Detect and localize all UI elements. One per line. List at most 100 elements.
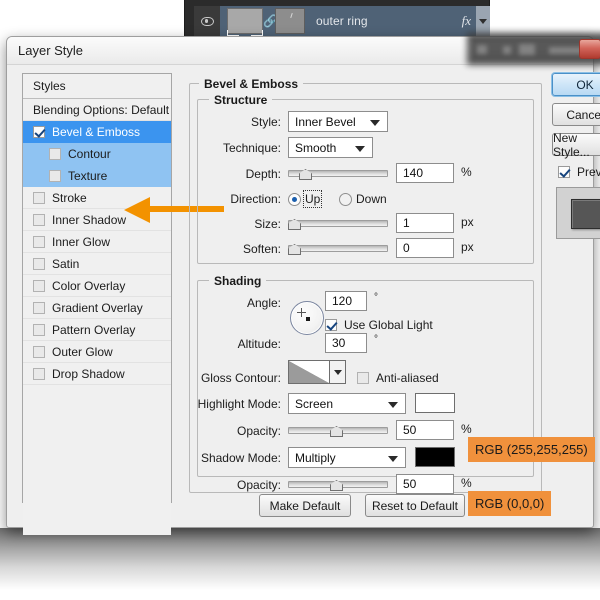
soften-slider-track <box>288 245 388 252</box>
technique-dropdown[interactable]: Smooth <box>288 137 373 158</box>
size-input[interactable]: 1 <box>396 213 454 233</box>
checkbox-anti-aliased[interactable] <box>357 372 369 384</box>
sidebar-item-color-overlay[interactable]: Color Overlay <box>23 275 171 297</box>
ok-button[interactable]: OK <box>552 73 600 96</box>
styles-list-header[interactable]: Styles <box>23 74 171 99</box>
radio-down-icon[interactable] <box>339 193 352 206</box>
sidebar-item-drop-shadow[interactable]: Drop Shadow <box>23 363 171 385</box>
shadow-mode-dropdown[interactable]: Multiply <box>288 447 406 468</box>
technique-label: Technique: <box>223 141 281 155</box>
highlight-rgb-text: RGB (255,255,255) <box>475 442 588 457</box>
sidebar-item-label: Bevel & Emboss <box>52 125 140 139</box>
style-dropdown[interactable]: Inner Bevel <box>288 111 388 132</box>
angle-dial[interactable] <box>290 301 324 335</box>
checkbox-outer-glow[interactable] <box>33 346 45 358</box>
layer-mask-thumbnail[interactable] <box>275 8 305 34</box>
checkbox-contour[interactable] <box>49 148 61 160</box>
layer-visibility-toggle[interactable] <box>194 6 220 36</box>
size-slider[interactable] <box>288 216 388 230</box>
new-style-button[interactable]: New Style... <box>552 133 600 156</box>
chevron-down-icon <box>388 402 398 408</box>
radio-up-icon[interactable] <box>288 193 301 206</box>
style-preview-thumbnail <box>556 187 600 239</box>
sidebar-item-label: Contour <box>68 147 111 161</box>
dialog-titlebar[interactable]: Layer Style <box>7 37 593 65</box>
direction-down-label: Down <box>356 192 387 206</box>
bevel-emboss-group-title: Bevel & Emboss <box>199 77 303 91</box>
sidebar-item-satin[interactable]: Satin <box>23 253 171 275</box>
make-default-button[interactable]: Make Default <box>259 494 351 517</box>
canvas-shadow-gradient <box>0 528 600 590</box>
layer-fx-icon[interactable]: fx <box>462 13 476 29</box>
gloss-contour-swatch[interactable] <box>288 360 330 384</box>
reset-to-default-button[interactable]: Reset to Default <box>365 494 465 517</box>
sidebar-item-outer-glow[interactable]: Outer Glow <box>23 341 171 363</box>
preview-checkbox-row[interactable]: Preview <box>558 165 600 179</box>
checkbox-use-global-light[interactable] <box>325 319 337 331</box>
highlight-opacity-input[interactable]: 50 <box>396 420 454 440</box>
sidebar-item-gradient-overlay[interactable]: Gradient Overlay <box>23 297 171 319</box>
direction-radio-down[interactable]: Down <box>339 188 387 210</box>
checkbox-preview[interactable] <box>558 166 570 178</box>
depth-input[interactable]: 140 <box>396 163 454 183</box>
sidebar-item-label: Inner Glow <box>52 235 110 249</box>
sidebar-item-inner-glow[interactable]: Inner Glow <box>23 231 171 253</box>
use-global-light-label: Use Global Light <box>344 318 433 332</box>
angle-value: 120 <box>332 294 352 308</box>
sidebar-item-label: Satin <box>52 257 79 271</box>
highlight-mode-dropdown[interactable]: Screen <box>288 393 406 414</box>
depth-value: 140 <box>403 166 423 180</box>
sidebar-item-pattern-overlay[interactable]: Pattern Overlay <box>23 319 171 341</box>
anti-aliased-row[interactable]: Anti-aliased <box>357 367 439 389</box>
layer-thumbnail[interactable] <box>227 8 263 34</box>
chevron-down-icon <box>355 146 365 152</box>
checkbox-gradient-overlay[interactable] <box>33 302 45 314</box>
checkbox-drop-shadow[interactable] <box>33 368 45 380</box>
shadow-color-swatch[interactable] <box>415 447 455 467</box>
sidebar-item-blending-options[interactable]: Blending Options: Default <box>23 99 171 121</box>
angle-input[interactable]: 120 <box>325 291 367 311</box>
highlight-opacity-slider[interactable] <box>288 423 388 437</box>
link-chain-icon[interactable]: 🔗 <box>263 15 275 27</box>
highlight-color-swatch[interactable] <box>415 393 455 413</box>
shadow-opacity-label: Opacity: <box>237 478 281 492</box>
shadow-opacity-input[interactable]: 50 <box>396 474 454 494</box>
dialog-body: Styles Blending Options: Default Bevel &… <box>7 65 593 528</box>
altitude-input[interactable]: 30 <box>325 333 367 353</box>
sidebar-item-contour[interactable]: Contour <box>23 143 171 165</box>
soften-input[interactable]: 0 <box>396 238 454 258</box>
size-value: 1 <box>403 216 410 230</box>
checkbox-bevel-emboss[interactable] <box>33 126 45 138</box>
checkbox-color-overlay[interactable] <box>33 280 45 292</box>
sidebar-item-label: Stroke <box>52 191 87 205</box>
soften-label: Soften: <box>243 242 281 256</box>
checkbox-texture[interactable] <box>49 170 61 182</box>
layer-row-outer-ring[interactable]: 🔗 outer ring fx <box>194 6 490 36</box>
close-icon[interactable] <box>579 39 600 59</box>
layer-name-label: outer ring <box>305 14 462 28</box>
direction-label: Direction: <box>230 192 281 206</box>
sidebar-item-bevel-and-emboss[interactable]: Bevel & Emboss <box>23 121 171 143</box>
gloss-contour-dropdown[interactable] <box>330 360 346 384</box>
checkbox-inner-glow[interactable] <box>33 236 45 248</box>
depth-unit: % <box>461 165 472 179</box>
altitude-unit: ° <box>374 334 378 345</box>
shadow-rgb-callout: RGB (0,0,0) <box>468 491 551 516</box>
checkbox-pattern-overlay[interactable] <box>33 324 45 336</box>
size-slider-track <box>288 220 388 227</box>
highlight-mode-value: Screen <box>295 397 333 411</box>
layer-fx-expand-chevron-down-icon[interactable] <box>476 6 490 36</box>
shading-group-title: Shading <box>209 274 266 288</box>
sidebar-item-label: Blending Options: Default <box>33 103 169 117</box>
depth-slider[interactable] <box>288 166 388 180</box>
soften-slider[interactable] <box>288 241 388 255</box>
checkbox-stroke[interactable] <box>33 192 45 204</box>
checkbox-satin[interactable] <box>33 258 45 270</box>
angle-label: Angle: <box>247 296 281 310</box>
direction-radio-up[interactable]: Up <box>288 188 320 210</box>
shadow-opacity-slider[interactable] <box>288 477 388 491</box>
cancel-button[interactable]: Cancel <box>552 103 600 126</box>
shadow-mode-label: Shadow Mode: <box>201 451 281 465</box>
checkbox-inner-shadow[interactable] <box>33 214 45 226</box>
sidebar-item-texture[interactable]: Texture <box>23 165 171 187</box>
